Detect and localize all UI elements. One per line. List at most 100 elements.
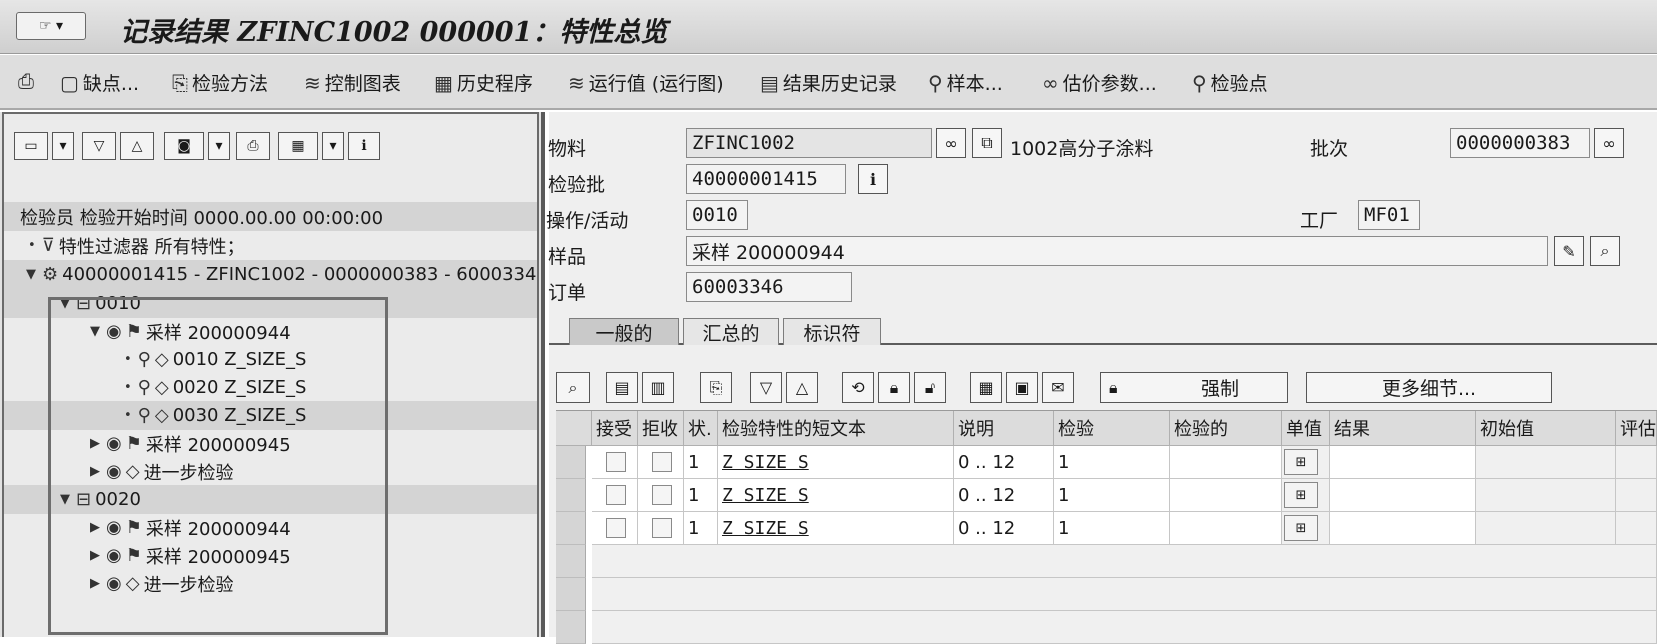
tb-sample-button[interactable]: ⚲ 样本...: [928, 69, 1003, 96]
result-cell[interactable]: [1330, 479, 1476, 512]
collapse-button[interactable]: △: [786, 372, 818, 403]
cycle-button[interactable]: ⟲: [842, 372, 874, 403]
search-icon[interactable]: ⌕: [1590, 236, 1620, 266]
accept-checkbox[interactable]: [592, 446, 638, 479]
info-icon[interactable]: ℹ: [858, 164, 888, 194]
accept-checkbox[interactable]: [592, 479, 638, 512]
glasses-icon[interactable]: ∞: [936, 128, 966, 158]
tb-history-button[interactable]: ▦ 历史程序: [434, 69, 533, 96]
copy-button[interactable]: ⎘: [700, 372, 732, 403]
collapse-all-button[interactable]: △: [120, 132, 154, 160]
col-evaluation[interactable]: 评估: [1616, 411, 1657, 446]
tree-toolbar-dropdown-2[interactable]: ▾: [208, 132, 230, 160]
display-icon[interactable]: ⧉: [972, 128, 1002, 158]
deselect-all-button[interactable]: ▥: [642, 372, 674, 403]
tb-settings-button[interactable]: ⎙: [18, 69, 34, 93]
batch-field[interactable]: 0000000383: [1450, 128, 1590, 158]
tb-run-chart-button[interactable]: ≋ 运行值 (运行图): [568, 69, 724, 96]
row-selector[interactable]: [556, 611, 586, 644]
details-button[interactable]: ⌕: [556, 372, 590, 403]
tb-defects-button[interactable]: ▢ 缺点...: [60, 69, 139, 96]
row-selector[interactable]: [556, 446, 586, 479]
row-selector[interactable]: [556, 512, 586, 545]
tb-result-history-button[interactable]: ▤ 结果历史记录: [760, 69, 897, 96]
filter-row[interactable]: • ⊽ 特性过滤器 所有特性；: [4, 231, 537, 260]
col-inspect[interactable]: 检验: [1054, 411, 1170, 446]
accept-checkbox[interactable]: [592, 512, 638, 545]
more-details-button[interactable]: 更多细节...: [1306, 372, 1552, 403]
tb-control-chart-label: 控制图表: [324, 73, 401, 95]
print-button[interactable]: ⎙: [236, 132, 270, 160]
single-value-cell[interactable]: ⊞: [1282, 512, 1330, 545]
expand-toggle-icon[interactable]: ▼: [26, 267, 36, 282]
result-cell[interactable]: [1330, 446, 1476, 479]
expand-button[interactable]: ▽: [750, 372, 782, 403]
lot-icon: ⚙: [42, 264, 59, 285]
tb-valuation-button[interactable]: ∞ 估价参数...: [1042, 69, 1157, 96]
col-reject[interactable]: 拒收: [638, 411, 684, 446]
force-button[interactable]: 🔒︎ 强制: [1100, 372, 1288, 403]
characteristic-link-text[interactable]: Z SIZE S: [722, 485, 809, 506]
pencil-icon[interactable]: ✎: [1554, 236, 1584, 266]
characteristic-link[interactable]: Z SIZE S: [718, 446, 954, 479]
expand-all-button[interactable]: ▽: [82, 132, 116, 160]
tree-toolbar-dropdown-1[interactable]: ▾: [52, 132, 74, 160]
table-button[interactable]: ▣: [1006, 372, 1038, 403]
inspected-cell[interactable]: [1170, 479, 1282, 512]
row-selector[interactable]: [556, 578, 586, 611]
tab-identifier[interactable]: 标识符: [783, 318, 881, 345]
lock-button[interactable]: 🔒︎: [878, 372, 910, 403]
tb-control-chart-button[interactable]: ≋ 控制图表: [304, 69, 401, 96]
calculator-button[interactable]: ▦: [970, 372, 1002, 403]
col-inspected[interactable]: 检验的: [1170, 411, 1282, 446]
tb-result-history-label: 结果历史记录: [782, 73, 897, 95]
single-value-cell[interactable]: ⊞: [1282, 479, 1330, 512]
characteristic-link[interactable]: Z SIZE S: [718, 479, 954, 512]
tree-toolbar-button-refresh[interactable]: ◙: [164, 132, 204, 160]
unlock-button[interactable]: 🔓︎: [914, 372, 946, 403]
inspected-cell[interactable]: [1170, 512, 1282, 545]
tree-toolbar-dropdown-3[interactable]: ▾: [322, 132, 344, 160]
row-selector[interactable]: [556, 479, 586, 512]
lot-field[interactable]: 40000001415: [686, 164, 846, 194]
tb-method-button[interactable]: ⎘ 检验方法: [172, 69, 268, 96]
col-original-value[interactable]: 初始值: [1476, 411, 1616, 446]
col-status[interactable]: 状.: [684, 411, 718, 446]
glasses-icon[interactable]: ∞: [1594, 128, 1624, 158]
plant-field[interactable]: MF01: [1358, 200, 1420, 230]
chart-icon: ≋: [304, 70, 321, 95]
sample-field[interactable]: 采样 200000944: [686, 236, 1548, 266]
tree-toolbar-button-1[interactable]: ▭: [14, 132, 48, 160]
characteristic-link-text[interactable]: Z SIZE S: [722, 518, 809, 539]
order-field[interactable]: 60003346: [686, 272, 852, 302]
col-accept[interactable]: 接受: [592, 411, 638, 446]
tab-general[interactable]: 一般的: [569, 318, 679, 345]
col-result[interactable]: 结果: [1330, 411, 1476, 446]
characteristic-link-text[interactable]: Z SIZE S: [722, 452, 809, 473]
single-value-entry-icon[interactable]: ⊞: [1284, 515, 1318, 541]
reject-checkbox[interactable]: [638, 512, 684, 545]
note-button[interactable]: ✉: [1042, 372, 1074, 403]
select-all-button[interactable]: ▤: [606, 372, 638, 403]
row-selector[interactable]: [556, 545, 586, 578]
reject-checkbox[interactable]: [638, 446, 684, 479]
single-value-cell[interactable]: ⊞: [1282, 446, 1330, 479]
layout-button[interactable]: ▦: [278, 132, 318, 160]
col-description[interactable]: 说明: [954, 411, 1054, 446]
result-cell[interactable]: [1330, 512, 1476, 545]
material-field[interactable]: ZFINC1002: [686, 128, 932, 158]
system-menu-button[interactable]: ☞ ▾: [16, 12, 86, 40]
col-single-value[interactable]: 单值: [1282, 411, 1330, 446]
tree-node-lot[interactable]: ▼ ⚙ 40000001415 - ZFINC1002 - 0000000383 …: [4, 260, 537, 289]
tb-inspection-point-button[interactable]: ⚲ 检验点: [1192, 69, 1268, 96]
row-selector-header[interactable]: [556, 411, 592, 446]
single-value-entry-icon[interactable]: ⊞: [1284, 482, 1318, 508]
reject-checkbox[interactable]: [638, 479, 684, 512]
col-short-text[interactable]: 检验特性的短文本: [718, 411, 954, 446]
tab-summary[interactable]: 汇总的: [683, 318, 779, 345]
info-button[interactable]: ℹ: [348, 132, 380, 160]
inspected-cell[interactable]: [1170, 446, 1282, 479]
characteristic-link[interactable]: Z SIZE S: [718, 512, 954, 545]
operation-field[interactable]: 0010: [686, 200, 748, 230]
single-value-entry-icon[interactable]: ⊞: [1284, 449, 1318, 475]
